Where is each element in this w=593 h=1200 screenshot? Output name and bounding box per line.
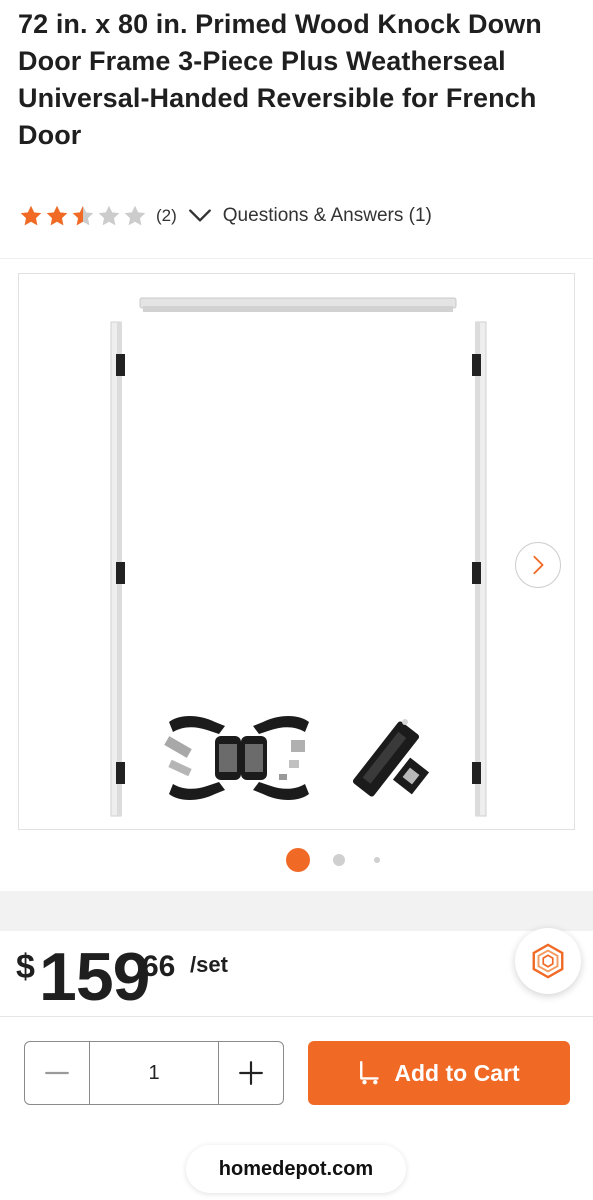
product-image [110, 297, 487, 817]
price-whole: 159 [39, 939, 150, 1015]
url-text: homedepot.com [218, 1157, 374, 1180]
questions-answers-link[interactable]: Questions & Answers (1) [223, 205, 432, 227]
half-star-icon [72, 205, 94, 226]
empty-star-icon [98, 205, 120, 226]
star-rating[interactable] [18, 203, 148, 229]
chevron-down-icon[interactable] [187, 203, 213, 229]
increase-quantity-button[interactable] [219, 1042, 283, 1104]
decrease-quantity-button[interactable] [25, 1042, 89, 1104]
rating-row: (2) Questions & Answers (1) [18, 201, 432, 231]
product-title: 72 in. x 80 in. Primed Wood Knock Down D… [18, 9, 542, 150]
chevron-right-icon [533, 555, 544, 575]
hexagon-logo-icon [532, 943, 564, 979]
minus-icon [45, 1071, 69, 1075]
add-to-cart-button[interactable]: Add to Cart [308, 1041, 570, 1105]
pagination-dot[interactable] [374, 857, 380, 863]
product-image-gallery[interactable] [18, 273, 575, 830]
empty-star-icon [124, 205, 146, 226]
browser-url-bar[interactable]: homedepot.com [186, 1145, 406, 1193]
review-count[interactable]: (2) [156, 206, 177, 226]
add-to-cart-label: Add to Cart [394, 1059, 520, 1086]
price-currency: $ [16, 948, 35, 986]
cart-icon [360, 1060, 380, 1085]
quantity-input[interactable]: 1 [89, 1042, 219, 1104]
plus-icon [239, 1061, 263, 1085]
star-icon [46, 205, 68, 226]
divider [0, 258, 593, 259]
pagination-dot-active[interactable] [286, 848, 310, 872]
next-image-button[interactable] [515, 542, 561, 588]
price-unit: /set [190, 952, 228, 977]
star-icon [20, 205, 42, 226]
magic-apron-button[interactable] [515, 928, 581, 994]
price-cents: 66 [142, 950, 176, 983]
section-separator [0, 891, 593, 931]
product-title-block: 72 in. x 80 in. Primed Wood Knock Down D… [18, 6, 558, 154]
quantity-stepper: 1 [24, 1041, 284, 1105]
gallery-pagination [0, 848, 593, 872]
pagination-dot[interactable] [333, 854, 345, 866]
